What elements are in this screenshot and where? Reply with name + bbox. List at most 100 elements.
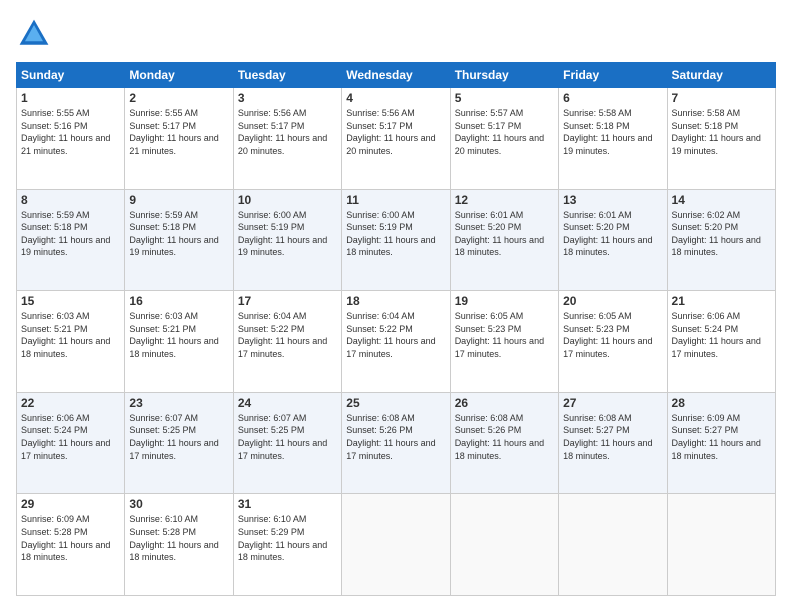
day-number: 20: [563, 294, 662, 308]
day-number: 4: [346, 91, 445, 105]
calendar-day-26: 26 Sunrise: 6:08 AMSunset: 5:26 PMDayligh…: [450, 392, 558, 494]
day-info: Sunrise: 6:03 AMSunset: 5:21 PMDaylight:…: [129, 310, 228, 360]
calendar-day-19: 19Sunrise: 6:05 AMSunset: 5:23 PMDayligh…: [450, 291, 558, 393]
calendar-day-31: 31Sunrise: 6:10 AMSunset: 5:29 PMDayligh…: [233, 494, 341, 596]
calendar-day-18: 18 Sunrise: 6:04 AMSunset: 5:22 PMDayligh…: [342, 291, 450, 393]
calendar-empty: [667, 494, 775, 596]
day-number: 23: [129, 396, 228, 410]
day-info: Sunrise: 6:06 AMSunset: 5:24 PMDaylight:…: [21, 412, 120, 462]
logo-icon: [16, 16, 52, 52]
calendar-day-4: 4 Sunrise: 5:56 AMSunset: 5:17 PMDaylight…: [342, 88, 450, 190]
calendar-empty: [450, 494, 558, 596]
day-info: Sunrise: 6:07 AMSunset: 5:25 PMDaylight:…: [238, 412, 337, 462]
day-number: 14: [672, 193, 771, 207]
calendar-day-13: 13Sunrise: 6:01 AMSunset: 5:20 PMDayligh…: [559, 189, 667, 291]
day-number: 21: [672, 294, 771, 308]
day-info: Sunrise: 6:00 AMSunset: 5:19 PMDaylight:…: [238, 209, 337, 259]
day-info: Sunrise: 6:09 AMSunset: 5:27 PMDaylight:…: [672, 412, 771, 462]
calendar-day-12: 12 Sunrise: 6:01 AMSunset: 5:20 PMDayligh…: [450, 189, 558, 291]
calendar-day-25: 25Sunrise: 6:08 AMSunset: 5:26 PMDayligh…: [342, 392, 450, 494]
calendar-day-5: 5 Sunrise: 5:57 AMSunset: 5:17 PMDaylight…: [450, 88, 558, 190]
header: [16, 16, 776, 52]
day-info: Sunrise: 5:57 AMSunset: 5:17 PMDaylight:…: [455, 107, 554, 157]
day-info: Sunrise: 6:02 AMSunset: 5:20 PMDaylight:…: [672, 209, 771, 259]
day-number: 27: [563, 396, 662, 410]
weekday-header-monday: Monday: [125, 63, 233, 88]
day-number: 17: [238, 294, 337, 308]
calendar-empty: [559, 494, 667, 596]
day-number: 25: [346, 396, 445, 410]
day-info: Sunrise: 6:03 AMSunset: 5:21 PMDaylight:…: [21, 310, 120, 360]
calendar-day-8: 8 Sunrise: 5:59 AMSunset: 5:18 PMDaylight…: [17, 189, 125, 291]
weekday-header-friday: Friday: [559, 63, 667, 88]
day-info: Sunrise: 6:00 AMSunset: 5:19 PMDaylight:…: [346, 209, 445, 259]
day-info: Sunrise: 6:05 AMSunset: 5:23 PMDaylight:…: [563, 310, 662, 360]
day-number: 11: [346, 193, 445, 207]
day-info: Sunrise: 6:09 AMSunset: 5:28 PMDaylight:…: [21, 513, 120, 563]
day-info: Sunrise: 6:10 AMSunset: 5:28 PMDaylight:…: [129, 513, 228, 563]
calendar-day-3: 3 Sunrise: 5:56 AMSunset: 5:17 PMDaylight…: [233, 88, 341, 190]
day-number: 24: [238, 396, 337, 410]
day-number: 15: [21, 294, 120, 308]
calendar-week-row: 1Sunrise: 5:55 AMSunset: 5:16 PMDaylight…: [17, 88, 776, 190]
calendar-week-row: 22 Sunrise: 6:06 AMSunset: 5:24 PMDayligh…: [17, 392, 776, 494]
calendar-day-28: 28 Sunrise: 6:09 AMSunset: 5:27 PMDayligh…: [667, 392, 775, 494]
day-info: Sunrise: 6:07 AMSunset: 5:25 PMDaylight:…: [129, 412, 228, 462]
calendar-day-24: 24 Sunrise: 6:07 AMSunset: 5:25 PMDayligh…: [233, 392, 341, 494]
calendar-day-29: 29Sunrise: 6:09 AMSunset: 5:28 PMDayligh…: [17, 494, 125, 596]
calendar-week-row: 8 Sunrise: 5:59 AMSunset: 5:18 PMDaylight…: [17, 189, 776, 291]
day-number: 8: [21, 193, 120, 207]
day-info: Sunrise: 6:01 AMSunset: 5:20 PMDaylight:…: [455, 209, 554, 259]
calendar-week-row: 15 Sunrise: 6:03 AMSunset: 5:21 PMDayligh…: [17, 291, 776, 393]
day-number: 6: [563, 91, 662, 105]
calendar-day-6: 6 Sunrise: 5:58 AMSunset: 5:18 PMDaylight…: [559, 88, 667, 190]
day-number: 10: [238, 193, 337, 207]
calendar-day-15: 15 Sunrise: 6:03 AMSunset: 5:21 PMDayligh…: [17, 291, 125, 393]
calendar-empty: [342, 494, 450, 596]
weekday-header-tuesday: Tuesday: [233, 63, 341, 88]
day-info: Sunrise: 5:56 AMSunset: 5:17 PMDaylight:…: [346, 107, 445, 157]
logo: [16, 16, 58, 52]
calendar-week-row: 29Sunrise: 6:09 AMSunset: 5:28 PMDayligh…: [17, 494, 776, 596]
day-number: 2: [129, 91, 228, 105]
day-number: 30: [129, 497, 228, 511]
day-info: Sunrise: 5:56 AMSunset: 5:17 PMDaylight:…: [238, 107, 337, 157]
calendar-day-10: 10 Sunrise: 6:00 AMSunset: 5:19 PMDayligh…: [233, 189, 341, 291]
calendar-day-14: 14 Sunrise: 6:02 AMSunset: 5:20 PMDayligh…: [667, 189, 775, 291]
calendar-day-1: 1Sunrise: 5:55 AMSunset: 5:16 PMDaylight…: [17, 88, 125, 190]
day-info: Sunrise: 6:08 AMSunset: 5:26 PMDaylight:…: [455, 412, 554, 462]
calendar-day-23: 23 Sunrise: 6:07 AMSunset: 5:25 PMDayligh…: [125, 392, 233, 494]
calendar-day-20: 20 Sunrise: 6:05 AMSunset: 5:23 PMDayligh…: [559, 291, 667, 393]
day-number: 26: [455, 396, 554, 410]
calendar-day-30: 30 Sunrise: 6:10 AMSunset: 5:28 PMDayligh…: [125, 494, 233, 596]
calendar: SundayMondayTuesdayWednesdayThursdayFrid…: [16, 62, 776, 596]
weekday-row: SundayMondayTuesdayWednesdayThursdayFrid…: [17, 63, 776, 88]
day-number: 18: [346, 294, 445, 308]
calendar-day-21: 21Sunrise: 6:06 AMSunset: 5:24 PMDayligh…: [667, 291, 775, 393]
day-number: 28: [672, 396, 771, 410]
day-info: Sunrise: 5:58 AMSunset: 5:18 PMDaylight:…: [563, 107, 662, 157]
calendar-day-22: 22 Sunrise: 6:06 AMSunset: 5:24 PMDayligh…: [17, 392, 125, 494]
calendar-day-9: 9Sunrise: 5:59 AMSunset: 5:18 PMDaylight…: [125, 189, 233, 291]
calendar-header: SundayMondayTuesdayWednesdayThursdayFrid…: [17, 63, 776, 88]
day-info: Sunrise: 6:04 AMSunset: 5:22 PMDaylight:…: [346, 310, 445, 360]
calendar-day-11: 11 Sunrise: 6:00 AMSunset: 5:19 PMDayligh…: [342, 189, 450, 291]
day-number: 7: [672, 91, 771, 105]
day-info: Sunrise: 5:55 AMSunset: 5:17 PMDaylight:…: [129, 107, 228, 157]
day-info: Sunrise: 6:01 AMSunset: 5:20 PMDaylight:…: [563, 209, 662, 259]
day-number: 22: [21, 396, 120, 410]
page: SundayMondayTuesdayWednesdayThursdayFrid…: [0, 0, 792, 612]
day-number: 31: [238, 497, 337, 511]
weekday-header-saturday: Saturday: [667, 63, 775, 88]
calendar-day-2: 2 Sunrise: 5:55 AMSunset: 5:17 PMDaylight…: [125, 88, 233, 190]
day-number: 5: [455, 91, 554, 105]
calendar-body: 1Sunrise: 5:55 AMSunset: 5:16 PMDaylight…: [17, 88, 776, 596]
day-info: Sunrise: 6:04 AMSunset: 5:22 PMDaylight:…: [238, 310, 337, 360]
day-info: Sunrise: 5:58 AMSunset: 5:18 PMDaylight:…: [672, 107, 771, 157]
calendar-day-16: 16Sunrise: 6:03 AMSunset: 5:21 PMDayligh…: [125, 291, 233, 393]
day-number: 3: [238, 91, 337, 105]
weekday-header-thursday: Thursday: [450, 63, 558, 88]
day-info: Sunrise: 6:05 AMSunset: 5:23 PMDaylight:…: [455, 310, 554, 360]
day-number: 12: [455, 193, 554, 207]
day-info: Sunrise: 5:59 AMSunset: 5:18 PMDaylight:…: [21, 209, 120, 259]
